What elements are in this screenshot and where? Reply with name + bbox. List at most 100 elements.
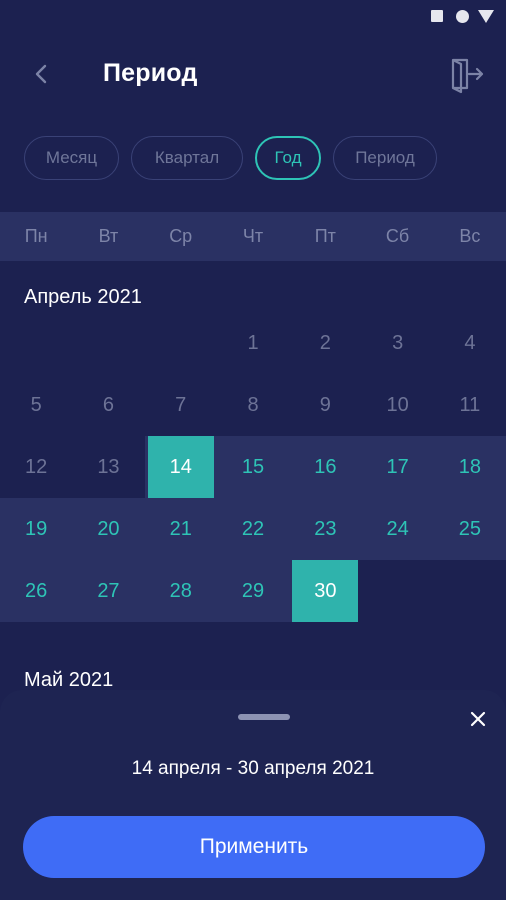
month-title: Апрель 2021 <box>24 286 142 308</box>
weekday-label: Вс <box>459 226 481 246</box>
calendar-day[interactable]: 11 <box>434 374 506 436</box>
weekday-label: Ср <box>169 226 193 246</box>
calendar-day[interactable]: 23 <box>289 498 361 560</box>
calendar-day-label: 13 <box>97 455 120 478</box>
calendar-day-label: 21 <box>169 517 192 540</box>
weekday-label: Чт <box>242 226 264 246</box>
calendar-day[interactable]: 1 <box>217 312 289 374</box>
calendar-day-label: 28 <box>169 579 192 602</box>
calendar-day-label: 16 <box>314 455 337 478</box>
tab-month[interactable]: Месяц <box>24 136 119 180</box>
calendar-day[interactable]: 15 <box>217 436 289 498</box>
status-bar <box>0 0 506 34</box>
exit-door-icon <box>451 58 484 94</box>
close-icon <box>470 711 486 727</box>
calendar-day-label: 11 <box>459 393 481 416</box>
calendar-day-label: 23 <box>314 517 337 540</box>
weekday-label: Пт <box>314 226 336 246</box>
calendar-week: 1 2 3 4 <box>0 312 506 374</box>
calendar-day[interactable]: 13 <box>72 436 144 498</box>
calendar-day[interactable]: 19 <box>0 498 72 560</box>
calendar-day-label: 6 <box>102 393 114 416</box>
tab-year[interactable]: Год <box>255 136 321 180</box>
calendar-day[interactable]: 9 <box>289 374 361 436</box>
calendar-day[interactable]: 12 <box>0 436 72 498</box>
calendar-day[interactable]: 3 <box>361 312 433 374</box>
calendar-empty <box>72 312 144 374</box>
calendar-week: 26 27 28 29 30 <box>0 560 506 622</box>
calendar-day-label: 3 <box>392 331 404 354</box>
calendar-day[interactable]: 4 <box>434 312 506 374</box>
calendar-day-label: 24 <box>386 517 409 540</box>
calendar-day[interactable]: 29 <box>217 560 289 622</box>
calendar-day[interactable]: 16 <box>289 436 361 498</box>
calendar-day[interactable]: 25 <box>434 498 506 560</box>
calendar-day[interactable]: 5 <box>0 374 72 436</box>
drag-handle[interactable] <box>238 714 290 720</box>
calendar-day-label: 1 <box>247 331 259 354</box>
triangle-down-icon <box>478 10 494 23</box>
calendar-day-label: 30 <box>314 579 337 602</box>
period-tabs: Месяц Квартал Год Период <box>24 136 437 182</box>
calendar-day[interactable]: 17 <box>361 436 433 498</box>
calendar-day[interactable]: 30 <box>289 560 361 622</box>
calendar-day[interactable]: 20 <box>72 498 144 560</box>
calendar-day-label: 14 <box>169 455 192 478</box>
calendar-day-label: 9 <box>319 393 331 416</box>
close-button[interactable] <box>466 707 490 731</box>
calendar-day-label: 26 <box>25 579 48 602</box>
calendar-day[interactable]: 24 <box>361 498 433 560</box>
calendar-day[interactable]: 26 <box>0 560 72 622</box>
calendar-week: 19 20 21 22 23 24 25 <box>0 498 506 560</box>
stop-icon <box>431 10 443 22</box>
calendar-day-label: 8 <box>247 393 259 416</box>
chevron-left-icon <box>35 64 47 84</box>
tab-quarter[interactable]: Квартал <box>131 136 243 180</box>
calendar-week: 12 13 14 15 16 17 18 <box>0 436 506 498</box>
back-button[interactable] <box>26 56 56 92</box>
calendar-empty <box>145 312 217 374</box>
calendar-day[interactable]: 21 <box>145 498 217 560</box>
calendar-day-label: 10 <box>386 393 409 416</box>
calendar-day-label: 29 <box>241 579 265 602</box>
calendar-empty <box>434 560 506 622</box>
calendar-day-label: 25 <box>458 517 482 540</box>
calendar-day[interactable]: 28 <box>145 560 217 622</box>
page-title: Период <box>103 59 198 87</box>
calendar-day[interactable]: 2 <box>289 312 361 374</box>
weekday-label: Пн <box>24 226 48 246</box>
calendar-day-label: 2 <box>319 331 331 354</box>
weekday-label: Сб <box>385 226 410 246</box>
calendar-day-label: 27 <box>97 579 120 602</box>
calendar-day[interactable]: 6 <box>72 374 144 436</box>
calendar-day[interactable]: 14 <box>145 436 217 498</box>
calendar-day[interactable]: 7 <box>145 374 217 436</box>
calendar-day-label: 15 <box>241 455 265 478</box>
selected-range: 14 апреля - 30 апреля 2021 <box>131 758 375 779</box>
app-header: Период <box>0 34 506 114</box>
calendar-day-label: 7 <box>175 393 187 416</box>
calendar-day-label: 18 <box>458 455 482 478</box>
bottom-sheet: 14 апреля - 30 апреля 2021 Применить <box>0 690 506 900</box>
calendar-day-label: 12 <box>25 455 48 478</box>
calendar-day[interactable]: 18 <box>434 436 506 498</box>
calendar-day-label: 19 <box>25 517 48 540</box>
month-title: Май 2021 <box>24 669 114 691</box>
apply-button[interactable]: Применить <box>23 816 485 878</box>
calendar-day[interactable]: 10 <box>361 374 433 436</box>
calendar-day[interactable]: 27 <box>72 560 144 622</box>
calendar-week: 5 6 7 8 9 10 11 <box>0 374 506 436</box>
calendar-day[interactable]: 8 <box>217 374 289 436</box>
calendar-day-label: 22 <box>241 517 265 540</box>
calendar-day-label: 20 <box>97 517 120 540</box>
record-icon <box>456 10 469 23</box>
calendar-day-label: 5 <box>30 393 42 416</box>
weekday-header: Пн Вт Ср Чт Пт Сб Вс <box>0 212 506 261</box>
calendar-day-label: 17 <box>386 455 409 478</box>
calendar-day-label: 4 <box>464 331 476 354</box>
tab-period[interactable]: Период <box>333 136 437 180</box>
calendar-day[interactable]: 22 <box>217 498 289 560</box>
calendar-empty <box>0 312 72 374</box>
exit-button[interactable] <box>447 54 487 94</box>
calendar-empty <box>361 560 433 622</box>
